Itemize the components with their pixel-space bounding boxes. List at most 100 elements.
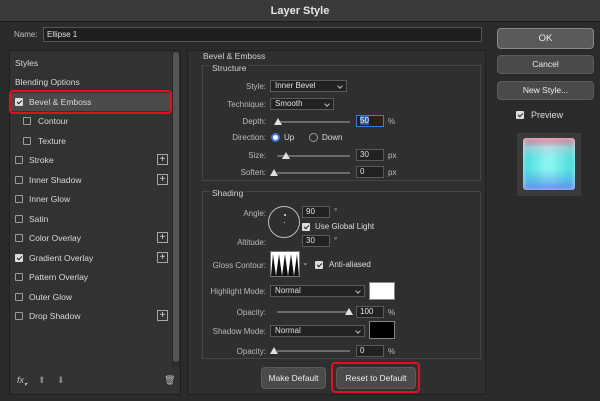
angle-input[interactable]: 90 <box>302 206 330 218</box>
color-overlay-checkbox[interactable] <box>15 234 23 242</box>
soften-input[interactable]: 0 <box>356 166 384 178</box>
shadow-opacity-input[interactable]: 0 <box>356 345 384 357</box>
gloss-contour-picker[interactable] <box>270 251 300 277</box>
pattern-overlay-checkbox[interactable] <box>15 273 23 281</box>
shadow-opacity-slider-thumb[interactable] <box>270 347 278 354</box>
highlight-opacity-slider-thumb[interactable] <box>345 308 353 315</box>
style-item-drop-shadow[interactable]: Drop Shadow + <box>11 307 171 325</box>
altitude-label: Altitude: <box>237 238 266 247</box>
angle-unit: ° <box>334 207 338 216</box>
add-inner-shadow-plus-icon[interactable]: + <box>157 174 168 185</box>
anti-aliased-checkbox[interactable] <box>315 261 323 269</box>
name-label: Name: <box>14 30 38 39</box>
stroke-checkbox[interactable] <box>15 156 23 164</box>
direction-down-radio[interactable] <box>309 133 318 142</box>
outer-glow-checkbox[interactable] <box>15 293 23 301</box>
inner-glow-checkbox[interactable] <box>15 195 23 203</box>
ok-button[interactable]: OK <box>497 28 594 49</box>
highlight-opacity-label: Opacity: <box>236 308 266 317</box>
depth-input[interactable]: 50 <box>356 115 384 127</box>
style-item-color-overlay[interactable]: Color Overlay + <box>11 229 171 247</box>
blending-options-label: Blending Options <box>15 77 80 87</box>
shading-title: Shading <box>210 188 246 198</box>
arrow-down-icon[interactable]: ⬇ <box>57 375 65 386</box>
direction-up-radio[interactable] <box>271 133 280 142</box>
technique-label: Technique: <box>227 100 266 109</box>
preview-swatch <box>523 138 575 190</box>
depth-value: 50 <box>360 116 369 125</box>
soften-slider-thumb[interactable] <box>270 169 278 176</box>
altitude-input[interactable]: 30 <box>302 235 330 247</box>
new-style-button[interactable]: New Style... <box>497 81 594 100</box>
shadow-opacity-slider[interactable] <box>277 350 350 352</box>
preview-checkbox[interactable] <box>516 111 524 119</box>
soften-slider[interactable] <box>277 172 350 174</box>
style-item-label: Outer Glow <box>29 292 72 302</box>
style-item-label: Satin <box>29 214 49 224</box>
blending-options-item[interactable]: Blending Options <box>11 73 171 91</box>
trash-icon[interactable]: 🗑 <box>164 375 175 386</box>
make-default-button[interactable]: Make Default <box>261 367 326 389</box>
add-gradient-overlay-plus-icon[interactable]: + <box>157 252 168 263</box>
size-input[interactable]: 30 <box>356 149 384 161</box>
style-item-pattern-overlay[interactable]: Pattern Overlay <box>11 268 171 286</box>
style-dropdown[interactable]: Inner Bevel <box>270 80 347 92</box>
inner-shadow-checkbox[interactable] <box>15 176 23 184</box>
angle-label: Angle: <box>243 209 266 218</box>
styles-scrollbar[interactable] <box>172 52 180 367</box>
shadow-opacity-unit: % <box>388 347 396 356</box>
cancel-button[interactable]: Cancel <box>497 55 594 74</box>
depth-slider[interactable] <box>277 121 350 123</box>
style-item-inner-shadow[interactable]: Inner Shadow + <box>11 171 171 189</box>
add-drop-shadow-plus-icon[interactable]: + <box>157 310 168 321</box>
gloss-contour-dropdown-icon[interactable]: ⌄ <box>302 258 309 267</box>
drop-shadow-checkbox[interactable] <box>15 312 23 320</box>
preview-label: Preview <box>531 110 564 120</box>
styles-header-label: Styles <box>15 58 39 68</box>
name-input[interactable] <box>43 27 482 42</box>
size-slider-thumb[interactable] <box>282 152 290 159</box>
style-item-inner-glow[interactable]: Inner Glow <box>11 190 171 208</box>
highlight-mode-dropdown[interactable]: Normal <box>270 285 365 297</box>
style-item-texture[interactable]: Texture <box>11 132 171 150</box>
depth-slider-thumb[interactable] <box>274 118 282 125</box>
shadow-color-swatch[interactable] <box>369 321 395 339</box>
fx-icon[interactable]: fx▾ <box>17 375 27 388</box>
style-item-label: Contour <box>38 116 69 126</box>
style-item-gradient-overlay[interactable]: Gradient Overlay + <box>11 249 171 267</box>
style-item-contour[interactable]: Contour <box>11 112 171 130</box>
structure-title: Structure <box>210 63 249 73</box>
gradient-overlay-checkbox[interactable] <box>15 254 23 262</box>
style-item-outer-glow[interactable]: Outer Glow <box>11 288 171 306</box>
use-global-light-checkbox[interactable] <box>302 223 310 231</box>
style-item-satin[interactable]: Satin <box>11 210 171 228</box>
styles-footer: fx▾ ⬆ ⬇ 🗑 <box>10 370 180 394</box>
shadow-mode-dropdown[interactable]: Normal <box>270 325 365 337</box>
highlight-color-swatch[interactable] <box>369 282 395 300</box>
style-item-label: Drop Shadow <box>29 311 81 321</box>
highlight-opacity-slider[interactable] <box>277 311 350 313</box>
depth-label: Depth: <box>242 117 266 126</box>
bevel-emboss-panel: Bevel & Emboss Structure Style: Inner Be… <box>187 50 486 395</box>
highlight-opacity-unit: % <box>388 308 396 317</box>
size-unit: px <box>388 151 397 160</box>
highlight-opacity-input[interactable]: 100 <box>356 306 384 318</box>
technique-dropdown[interactable]: Smooth <box>270 98 334 110</box>
styles-scrollbar-thumb[interactable] <box>173 52 179 362</box>
add-color-overlay-plus-icon[interactable]: + <box>157 232 168 243</box>
styles-header[interactable]: Styles <box>11 54 171 72</box>
style-item-label: Color Overlay <box>29 233 81 243</box>
shadow-opacity-label: Opacity: <box>236 347 266 356</box>
use-global-light-label: Use Global Light <box>315 222 375 231</box>
highlight-ring-reset <box>331 362 420 393</box>
satin-checkbox[interactable] <box>15 215 23 223</box>
texture-checkbox[interactable] <box>23 137 31 145</box>
style-item-stroke[interactable]: Stroke + <box>11 151 171 169</box>
angle-dial[interactable] <box>268 206 300 238</box>
style-label: Style: <box>245 82 266 91</box>
add-stroke-plus-icon[interactable]: + <box>157 154 168 165</box>
direction-label: Direction: <box>232 133 266 142</box>
style-preview-thumbnail <box>517 133 581 196</box>
arrow-up-icon[interactable]: ⬆ <box>38 375 46 386</box>
contour-checkbox[interactable] <box>23 117 31 125</box>
